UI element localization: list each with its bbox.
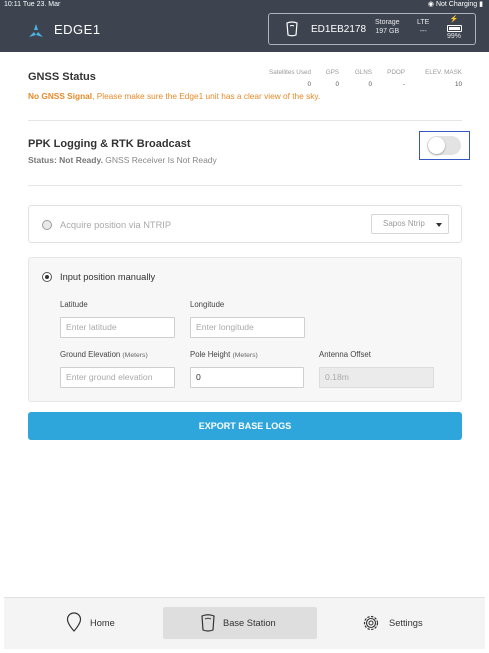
ntrip-source-select[interactable]: Sapos Ntrip [371, 214, 449, 234]
app-title: EDGE1 [54, 22, 101, 37]
pole-height-label: Pole Height (Meters) [190, 350, 258, 359]
gear-icon [363, 615, 379, 631]
ground-elevation-label: Ground Elevation (Meters) [60, 350, 148, 359]
gnss-warning-message: No GNSS Signal, Please make sure the Edg… [28, 91, 321, 101]
manual-radio[interactable] [42, 272, 52, 282]
ppk-title: PPK Logging & RTK Broadcast [28, 138, 191, 150]
pole-height-input[interactable]: 0 [190, 367, 304, 388]
longitude-input[interactable]: Enter longitude [190, 317, 305, 338]
longitude-label: Longitude [190, 300, 225, 309]
stat-elev-mask: ELEV. MASK 10 [425, 69, 462, 88]
ppk-status: Status: Not Ready. GNSS Receiver Is Not … [28, 155, 217, 165]
battery-small-icon: ▮ [479, 1, 483, 8]
charging-bolt-icon: ⚡ [449, 16, 459, 23]
manual-label: Input position manually [60, 272, 156, 282]
ntrip-option-card[interactable]: Acquire position via NTRIP Sapos Ntrip [28, 205, 462, 243]
map-pin-icon [66, 612, 82, 632]
stat-pdop: PDOP - [387, 69, 405, 88]
battery-icon [446, 25, 462, 32]
ntrip-label: Acquire position via NTRIP [60, 220, 172, 230]
logo-icon [29, 24, 43, 37]
ntrip-radio[interactable] [42, 220, 52, 230]
divider [28, 120, 462, 121]
stat-satellites-used: Satellites Used 0 [269, 69, 311, 88]
ppk-toggle-focus-outline [419, 131, 470, 160]
status-charging: ◉ Not Charging ▮ [427, 1, 483, 8]
tab-home[interactable]: Home [58, 607, 148, 639]
stat-gps: GPS 0 [325, 69, 339, 88]
device-info-panel[interactable]: ED1EB2178 Storage 197 GB LTE --- ⚡ 99% [268, 13, 476, 45]
status-time-date: 10:11 Tue 23. Mar [4, 1, 61, 8]
tab-settings[interactable]: Settings [356, 607, 446, 639]
storage-indicator: Storage 197 GB [375, 19, 400, 35]
export-base-logs-button[interactable]: EXPORT BASE LOGS [28, 412, 462, 440]
base-station-icon [201, 614, 215, 632]
manual-position-card: Input position manually Latitude Enter l… [28, 257, 462, 402]
battery-indicator: ⚡ 99% [443, 16, 465, 40]
ppk-toggle[interactable] [427, 136, 461, 155]
gnss-status-title: GNSS Status [28, 71, 96, 83]
battery-value: 99% [446, 33, 461, 40]
base-station-device-icon [286, 21, 298, 37]
latitude-input[interactable]: Enter latitude [60, 317, 175, 338]
caret-down-icon [436, 223, 442, 227]
lte-indicator: LTE --- [417, 19, 430, 35]
divider [28, 185, 462, 186]
ground-elevation-input[interactable]: Enter ground elevation [60, 367, 175, 388]
antenna-offset-input: 0.18m [319, 367, 434, 388]
tab-base-station[interactable]: Base Station [163, 607, 317, 639]
app-header: EDGE1 ED1EB2178 Storage 197 GB LTE --- ⚡… [0, 10, 489, 52]
bottom-tab-bar: Home Base Station Settings [4, 597, 485, 649]
stat-glns: GLNS 0 [354, 69, 372, 88]
wifi-icon: ◉ [427, 1, 434, 8]
system-status-bar: 10:11 Tue 23. Mar ◉ Not Charging ▮ [0, 0, 489, 10]
device-id: ED1EB2178 [311, 24, 367, 35]
toggle-knob [428, 137, 445, 154]
antenna-offset-label: Antenna Offset [319, 350, 371, 359]
latitude-label: Latitude [60, 300, 88, 309]
